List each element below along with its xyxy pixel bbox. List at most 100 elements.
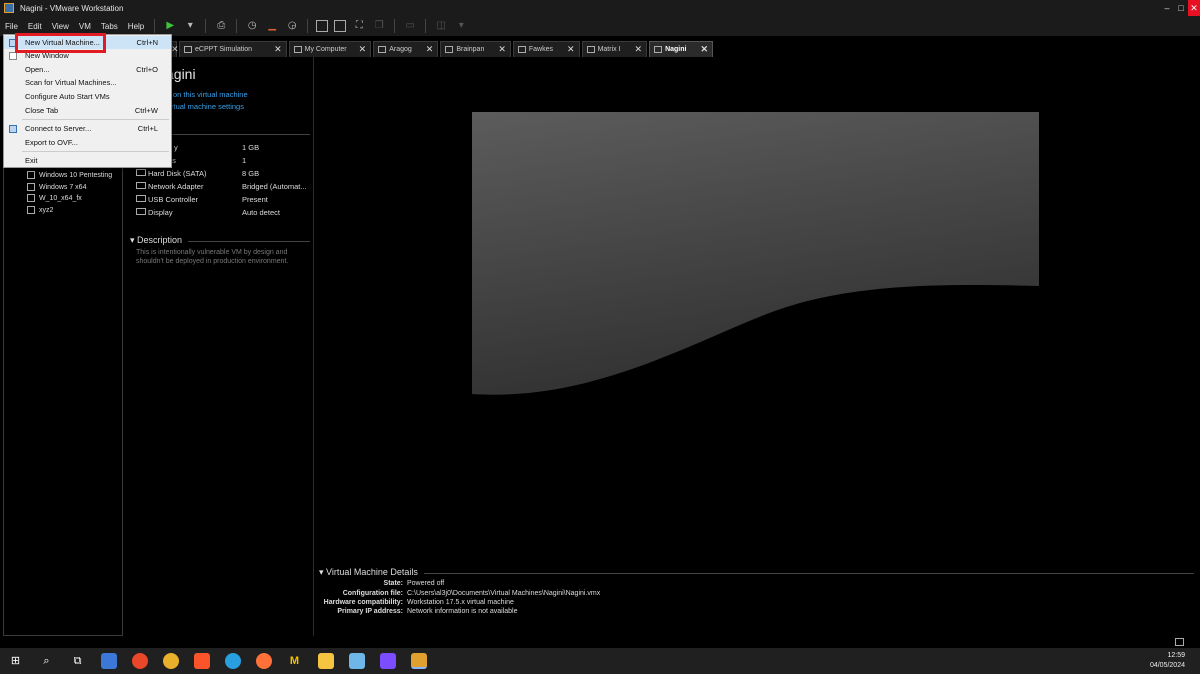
tab-label: My Computer <box>304 46 347 53</box>
app-blue-icon[interactable] <box>224 653 241 669</box>
vmware-icon[interactable] <box>410 653 427 669</box>
menu-file[interactable]: File <box>0 22 23 31</box>
power-on-link[interactable]: on this virtual machine <box>173 90 248 99</box>
minimize-button[interactable]: – <box>1160 0 1174 16</box>
menu-separator <box>22 119 169 120</box>
vm-icon <box>27 194 35 202</box>
console-view-icon[interactable]: ▭ <box>403 19 417 33</box>
clock-date: 04/05/2024 <box>1149 662 1185 669</box>
status-bar <box>0 636 1200 648</box>
snapshot-icon[interactable]: ◷ <box>245 19 259 33</box>
menu-export-to-ovf[interactable]: Export to OVF... <box>4 136 171 149</box>
power-on-icon[interactable]: ▶ <box>163 19 177 33</box>
device-display[interactable]: Display Auto detect <box>136 208 311 217</box>
show-library-icon[interactable] <box>316 20 329 32</box>
vm-icon <box>27 206 35 214</box>
file-explorer-icon[interactable] <box>317 653 334 669</box>
menu-open[interactable]: Open... Ctrl+O <box>4 63 171 76</box>
search-icon[interactable]: ⌕ <box>39 653 55 669</box>
tab-my-computer[interactable]: My Computer ✕ <box>288 41 372 57</box>
connect-server-icon <box>9 124 17 133</box>
chrome-icon[interactable] <box>162 653 179 669</box>
store-icon[interactable] <box>100 653 117 669</box>
menu-view[interactable]: View <box>47 22 74 31</box>
revert-snapshot-icon[interactable]: ▁ <box>265 19 279 33</box>
brave-w-icon[interactable] <box>131 653 148 669</box>
toolbar-separator <box>394 19 396 33</box>
toolbar-separator <box>154 19 156 33</box>
close-tab-icon[interactable]: ✕ <box>359 44 367 55</box>
close-tab-icon[interactable]: ✕ <box>700 44 708 55</box>
vm-icon <box>27 183 35 191</box>
library-vm-item[interactable]: Windows 7 x64 <box>27 183 86 191</box>
vm-details-header[interactable]: ▾ Virtual Machine Details <box>319 567 418 578</box>
clock-time: 12:59 <box>1167 652 1185 659</box>
brave-icon[interactable] <box>193 653 210 669</box>
close-tab-icon[interactable]: ✕ <box>567 44 575 55</box>
tab-ecppt-simulation[interactable]: eCPPT Simulation ✕ <box>179 41 287 57</box>
close-tab-icon[interactable]: ✕ <box>171 44 179 55</box>
menu-exit[interactable]: Exit <box>4 154 171 167</box>
tab-nagini[interactable]: Nagini ✕ <box>649 41 713 57</box>
maximize-button[interactable]: □ <box>1174 0 1188 16</box>
menu-connect-to-server[interactable]: Connect to Server... Ctrl+L <box>4 122 171 135</box>
vmware-app-icon <box>4 3 14 13</box>
device-network-adapter[interactable]: Network Adapter Bridged (Automat... <box>136 182 311 191</box>
stretch-guest-icon[interactable]: ◫ <box>434 19 448 33</box>
menu-scan-for-vms[interactable]: Scan for Virtual Machines... <box>4 76 171 89</box>
message-log-icon[interactable] <box>1175 638 1184 646</box>
toolbar-separator <box>236 19 238 33</box>
full-screen-icon[interactable]: ⛶ <box>352 19 366 33</box>
close-tab-icon[interactable]: ✕ <box>498 44 506 55</box>
tab-brainpan[interactable]: Brainpan ✕ <box>440 41 511 57</box>
unity-icon[interactable]: ❐ <box>372 19 386 33</box>
snapshot-manager-icon[interactable]: ◶ <box>285 19 299 33</box>
stretch-dropdown-icon[interactable]: ▾ <box>454 19 468 33</box>
network-adapter-icon <box>136 182 146 189</box>
menu-configure-auto-start[interactable]: Configure Auto Start VMs <box>4 90 171 103</box>
device-hard-disk[interactable]: Hard Disk (SATA) 8 GB <box>136 169 311 178</box>
close-window-button[interactable]: ✕ <box>1188 0 1200 16</box>
menu-edit[interactable]: Edit <box>23 22 47 31</box>
windows-start-icon[interactable]: ⊞ <box>8 653 24 669</box>
task-view-icon[interactable]: ⧉ <box>70 653 86 669</box>
vm-preview-thumbnail[interactable] <box>472 112 1039 538</box>
edit-settings-link[interactable]: rtual machine settings <box>171 102 244 111</box>
window-title: Nagini - VMware Workstation <box>20 3 124 13</box>
hard-disk-icon <box>136 169 146 176</box>
send-keys-icon[interactable]: ⎙ <box>214 19 228 33</box>
device-usb-controller[interactable]: USB Controller Present <box>136 195 311 204</box>
detail-hardware-compat: Hardware compatibility: Workstation 17.5… <box>323 599 514 606</box>
title-bar: Nagini - VMware Workstation – □ ✕ <box>0 0 1200 16</box>
close-tab-icon[interactable]: ✕ <box>274 44 282 55</box>
close-tab-icon[interactable]: ✕ <box>426 44 434 55</box>
tab-aragog[interactable]: Aragog ✕ <box>373 41 439 57</box>
tab-matrix-i[interactable]: Matrix I ✕ <box>581 41 648 57</box>
tab-label: Fawkes <box>528 46 554 53</box>
notepad-icon[interactable] <box>348 653 365 669</box>
vm-tab-icon <box>184 46 192 53</box>
firefox-icon[interactable] <box>255 653 272 669</box>
vm-tab-icon <box>654 46 663 53</box>
collapse-arrow-icon: ▾ <box>319 567 324 577</box>
system-clock[interactable]: 12:59 04/05/2024 <box>1150 651 1185 671</box>
tab-fawkes[interactable]: Fawkes ✕ <box>512 41 580 57</box>
library-vm-item[interactable]: W_10_x64_fx <box>27 194 82 202</box>
display-icon <box>136 208 146 215</box>
obsidian-icon[interactable] <box>379 653 396 669</box>
power-dropdown-icon[interactable]: ▾ <box>183 19 197 33</box>
description-divider <box>188 241 310 242</box>
menu-vm[interactable]: VM <box>74 22 96 31</box>
vm-icon <box>27 171 35 179</box>
description-header[interactable]: ▾ Description <box>130 235 182 246</box>
close-tab-icon[interactable]: ✕ <box>635 44 643 55</box>
library-vm-item[interactable]: Windows 10 Pentesting <box>27 171 112 179</box>
menu-help[interactable]: Help <box>123 22 149 31</box>
thumbnail-bar-icon[interactable] <box>334 20 347 32</box>
menu-close-tab[interactable]: Close Tab Ctrl+W <box>4 104 171 117</box>
malwarebytes-icon[interactable]: M <box>287 653 303 669</box>
tab-bar: ✕ eCPPT Simulation ✕ My Computer ✕ Arago… <box>122 40 1200 57</box>
menu-tabs[interactable]: Tabs <box>96 22 123 31</box>
library-vm-item[interactable]: xyz2 <box>27 206 53 214</box>
toolbar-separator <box>307 19 309 33</box>
